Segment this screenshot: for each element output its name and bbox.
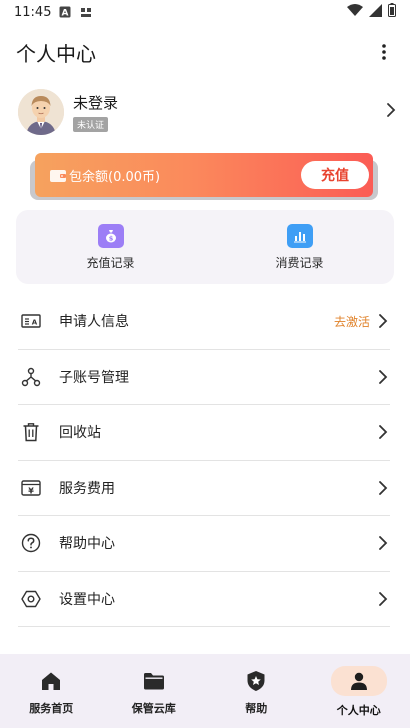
balance-section: 包余额(0.00币) 充值 [30, 150, 378, 200]
status-time: 11:45 [14, 4, 52, 20]
more-options-button[interactable] [372, 40, 396, 64]
profile-name: 未登录 [73, 94, 119, 112]
chevron-right-icon [378, 369, 388, 385]
avatar [18, 89, 64, 135]
settings-icon [20, 588, 42, 610]
app-notification-icon [79, 6, 93, 19]
menu-item-label: 设置中心 [59, 591, 115, 608]
svg-text:¥: ¥ [28, 486, 34, 495]
menu-item-label: 服务费用 [59, 480, 115, 497]
chevron-right-icon [378, 591, 388, 607]
folder-icon [143, 668, 165, 694]
nav-item-personal-center[interactable]: 个人中心 [308, 654, 410, 728]
trash-icon [20, 421, 42, 443]
chevron-right-icon [378, 535, 388, 551]
nav-label: 保管云库 [131, 702, 176, 715]
nav-label: 个人中心 [336, 704, 381, 717]
status-bar: 11:45 A [0, 0, 410, 24]
more-vertical-icon [382, 44, 386, 60]
menu-item-settings-center[interactable]: 设置中心 [18, 572, 390, 627]
chevron-right-icon [386, 102, 396, 122]
nav-item-service-home[interactable]: 服务首页 [0, 654, 103, 728]
balance-card: 包余额(0.00币) 充值 [35, 153, 373, 197]
record-label: 消费记录 [275, 255, 324, 270]
notification-a-icon: A [59, 6, 71, 18]
menu-item-label: 回收站 [59, 425, 101, 442]
id-card-icon: A [20, 310, 42, 332]
person-icon [330, 666, 387, 696]
consumption-records-button[interactable]: 消费记录 [205, 210, 394, 284]
svg-text:A: A [62, 9, 69, 19]
records-panel: $ 充值记录 消费记录 [16, 210, 394, 284]
chevron-right-icon [378, 424, 388, 440]
wallet-icon [49, 167, 67, 183]
chevron-right-icon [378, 313, 388, 329]
balance-text: 包余额(0.00币) [69, 169, 161, 185]
bar-chart-icon [286, 223, 313, 248]
menu-item-label: 帮助中心 [59, 536, 115, 553]
menu-item-sub-accounts[interactable]: 子账号管理 [18, 350, 390, 405]
nav-item-cloud-vault[interactable]: 保管云库 [103, 654, 206, 728]
menu-item-label: 申请人信息 [59, 314, 129, 331]
help-icon [20, 532, 42, 554]
battery-icon [388, 3, 396, 21]
svg-text:$: $ [108, 234, 113, 242]
recharge-button[interactable]: 充值 [301, 161, 369, 189]
recharge-records-button[interactable]: $ 充值记录 [16, 210, 205, 284]
yen-wallet-icon: ¥ [20, 477, 42, 499]
menu-item-help-center[interactable]: 帮助中心 [18, 516, 390, 572]
nav-item-help[interactable]: 帮助 [205, 654, 308, 728]
record-label: 充值记录 [86, 255, 135, 270]
svg-text:A: A [32, 319, 38, 327]
settings-menu: A 申请人信息 去激活 子账号管理 回收站 ¥ 服务费用 帮助中心 设置中心 [18, 294, 390, 627]
nav-label: 服务首页 [29, 702, 74, 715]
profile-row[interactable]: 未登录 未认证 [18, 88, 396, 136]
menu-item-applicant-info[interactable]: A 申请人信息 去激活 [18, 294, 390, 350]
activate-link[interactable]: 去激活 [334, 313, 370, 330]
money-bag-icon: $ [97, 223, 124, 248]
page-title: 个人中心 [16, 41, 96, 66]
shield-star-icon [246, 668, 266, 694]
account-tree-icon [20, 366, 42, 388]
signal-icon [369, 3, 382, 21]
status-badge: 未认证 [73, 117, 109, 132]
app-bar: 个人中心 [0, 28, 410, 76]
bottom-navigation: 服务首页 保管云库 帮助 个人中心 [0, 654, 410, 728]
nav-label: 帮助 [245, 702, 268, 715]
home-icon [41, 668, 61, 694]
menu-item-recycle-bin[interactable]: 回收站 [18, 405, 390, 461]
menu-item-label: 子账号管理 [59, 369, 129, 386]
wifi-icon [347, 4, 363, 20]
chevron-right-icon [378, 480, 388, 496]
menu-item-service-fees[interactable]: ¥ 服务费用 [18, 461, 390, 516]
